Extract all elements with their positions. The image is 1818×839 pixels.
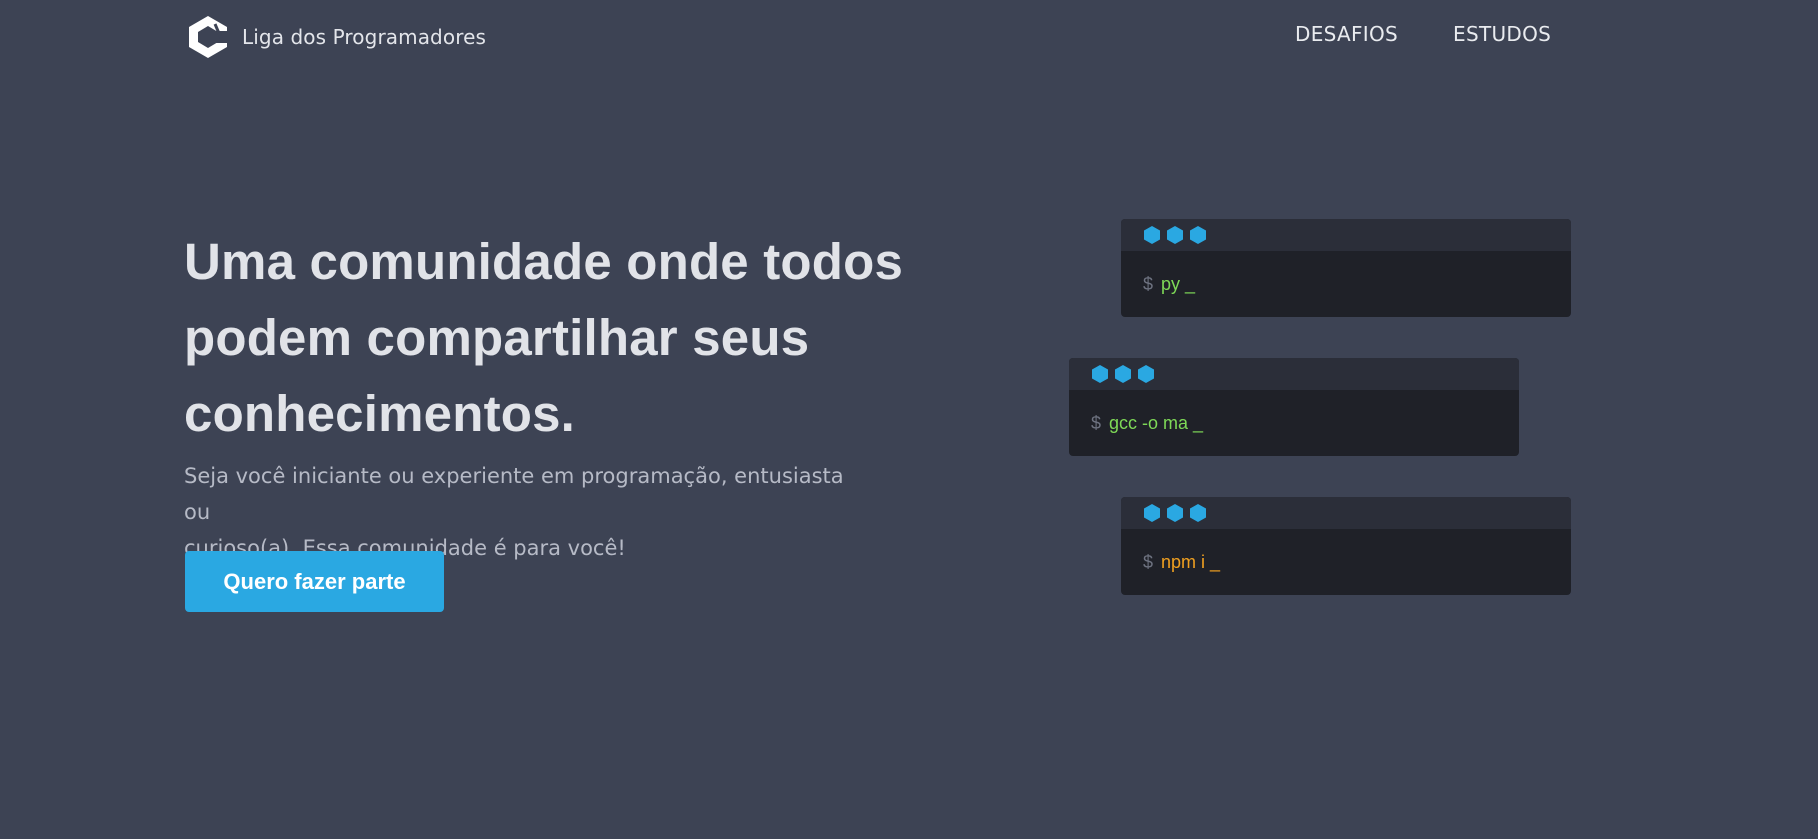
hero-subtitle-line: Seja você iniciante ou experiente em pro… xyxy=(184,464,844,524)
hexagon-dot-icon xyxy=(1190,226,1206,244)
nav-link-estudos[interactable]: ESTUDOS xyxy=(1453,22,1551,46)
hexagon-dot-icon xyxy=(1144,504,1160,522)
hero-title-line: Uma comunidade onde todos xyxy=(184,233,904,290)
terminal-title-bar xyxy=(1121,219,1571,251)
hexagon-dot-icon xyxy=(1190,504,1206,522)
hexagon-dot-icon xyxy=(1144,226,1160,244)
terminal-prompt: $ xyxy=(1143,551,1154,572)
hero-section: Uma comunidade onde todos podem comparti… xyxy=(184,224,934,566)
terminal-body: $ npm i _ xyxy=(1121,529,1571,595)
terminal-window-npm: $ npm i _ xyxy=(1121,497,1571,595)
terminal-prompt: $ xyxy=(1091,412,1102,433)
terminal-command: gcc -o ma _ xyxy=(1109,412,1204,433)
terminal-command: py _ xyxy=(1161,273,1196,294)
brand-name: Liga dos Programadores xyxy=(242,25,486,49)
hero-title-line: podem compartilhar seus xyxy=(184,309,810,366)
terminal-command: npm i _ xyxy=(1161,551,1221,572)
hexagon-dot-icon xyxy=(1115,365,1131,383)
site-header: Liga dos Programadores DESAFIOS ESTUDOS xyxy=(0,0,1818,76)
terminal-prompt: $ xyxy=(1143,273,1154,294)
hexagon-dot-icon xyxy=(1092,365,1108,383)
hero-title-line: conhecimentos. xyxy=(184,385,576,442)
nav-link-desafios[interactable]: DESAFIOS xyxy=(1295,22,1398,46)
join-button[interactable]: Quero fazer parte xyxy=(185,551,444,612)
hero-title: Uma comunidade onde todos podem comparti… xyxy=(184,224,934,452)
terminal-window-gcc: $ gcc -o ma _ xyxy=(1069,358,1519,456)
hexagon-logo-icon xyxy=(189,16,229,58)
brand-link[interactable]: Liga dos Programadores xyxy=(185,14,486,60)
terminal-window-python: $ py _ xyxy=(1121,219,1571,317)
hexagon-dot-icon xyxy=(1167,226,1183,244)
hexagon-dot-icon xyxy=(1138,365,1154,383)
hexagon-dot-icon xyxy=(1167,504,1183,522)
terminal-body: $ gcc -o ma _ xyxy=(1069,390,1519,456)
landing-page: Liga dos Programadores DESAFIOS ESTUDOS … xyxy=(0,0,1818,839)
terminal-body: $ py _ xyxy=(1121,251,1571,317)
main-nav: DESAFIOS ESTUDOS xyxy=(1295,22,1551,46)
hero-subtitle: Seja você iniciante ou experiente em pro… xyxy=(184,458,874,566)
terminal-title-bar xyxy=(1069,358,1519,390)
terminal-title-bar xyxy=(1121,497,1571,529)
